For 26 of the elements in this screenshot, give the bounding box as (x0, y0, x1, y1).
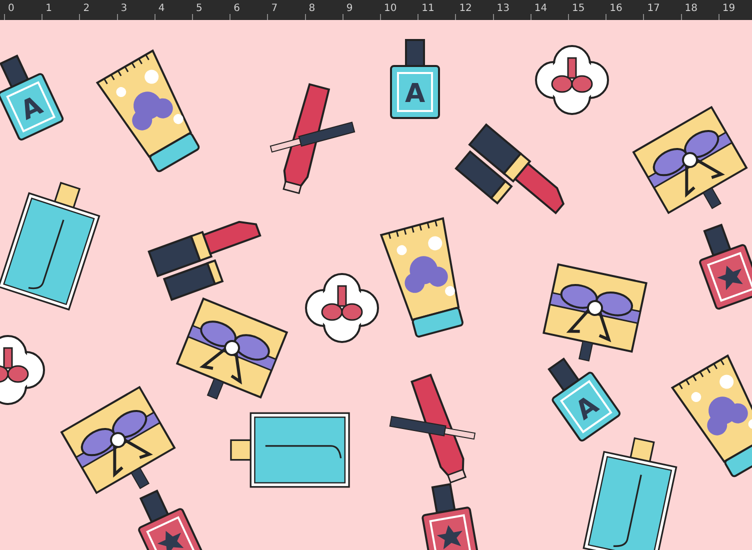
ruler-number: 10 (384, 3, 397, 14)
nail-polish-drawing (421, 483, 480, 550)
ruler-number: 4 (158, 3, 165, 14)
ruler-number: 5 (196, 3, 202, 14)
label-letter: A (404, 79, 426, 109)
ruler-number: 3 (120, 3, 128, 14)
ruler-number: 7 (271, 3, 278, 14)
label-letter: A (570, 390, 604, 426)
ruler-number: 17 (647, 3, 660, 14)
ruler-number: 8 (308, 3, 316, 14)
ruler-number: 0 (8, 3, 14, 14)
ruler-number: 16 (610, 3, 622, 14)
ruler-number: 18 (684, 3, 698, 14)
ruler-number: 9 (346, 3, 353, 14)
nail-polish-drawing (137, 490, 205, 550)
powder-puff-drawing (0, 335, 45, 405)
ruler-number: 13 (496, 3, 510, 14)
ruler-number: 1 (46, 3, 52, 14)
ruler-number: 14 (534, 3, 548, 14)
ruler-number: 11 (422, 3, 434, 14)
ruler-number: 15 (572, 3, 585, 14)
ruler-number: 6 (234, 3, 240, 14)
label-letter: A (16, 90, 48, 126)
ruler-number: 12 (459, 3, 472, 14)
ruler-number: 19 (722, 3, 736, 14)
ruler-number: 2 (83, 3, 90, 14)
